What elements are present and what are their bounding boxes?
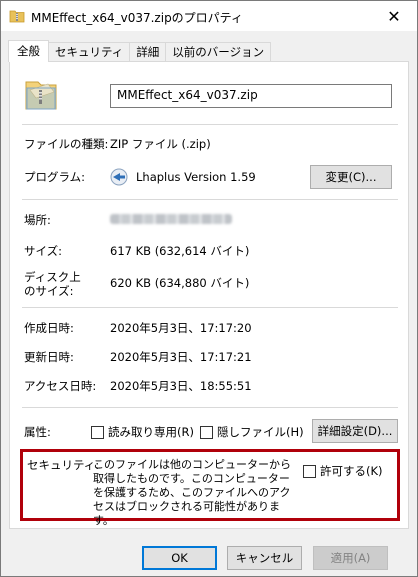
readonly-label[interactable]: 読み取り専用(R) (108, 424, 194, 440)
advanced-settings-button[interactable]: 詳細設定(D)... (312, 419, 398, 443)
apply-button[interactable]: 適用(A) (313, 546, 388, 570)
tab-bar: 全般 セキュリティ 詳細 以前のバージョン (8, 40, 272, 62)
tab-general[interactable]: 全般 (8, 40, 49, 62)
accessed-value: 2020年5月3日、18:55:51 (110, 379, 252, 393)
file-type-label: ファイルの種類: (24, 137, 109, 151)
size-label: サイズ: (24, 244, 63, 258)
zip-folder-icon (9, 8, 25, 24)
zip-folder-icon (24, 76, 58, 112)
tab-security[interactable]: セキュリティ (48, 42, 131, 62)
title-bar: MMEffect_x64_v037.zipのプロパティ ✕ (1, 1, 417, 31)
allow-checkbox[interactable] (303, 465, 316, 478)
created-value: 2020年5月3日、17:17:20 (110, 321, 252, 335)
hidden-checkbox[interactable] (200, 426, 213, 439)
attributes-label: 属性: (24, 425, 51, 439)
program-value: Lhaplus Version 1.59 (136, 170, 256, 184)
lhaplus-app-icon (110, 168, 128, 186)
modified-label: 更新日時: (24, 350, 74, 364)
separator (22, 307, 398, 308)
general-panel: MMEffect_x64_v037.zip ファイルの種類: ZIP ファイル … (9, 61, 409, 529)
disk-size-label-line2: のサイズ: (24, 284, 74, 298)
tab-details[interactable]: 詳細 (129, 42, 167, 62)
separator (22, 199, 398, 200)
location-label: 場所: (24, 213, 51, 227)
program-label: プログラム: (24, 170, 86, 184)
file-name-field[interactable]: MMEffect_x64_v037.zip (110, 84, 392, 108)
change-program-button[interactable]: 変更(C)... (310, 165, 392, 189)
separator (22, 407, 398, 408)
file-type-value: ZIP ファイル (.zip) (110, 137, 211, 151)
size-value: 617 KB (632,614 バイト) (110, 244, 250, 258)
hidden-label[interactable]: 隠しファイル(H) (217, 424, 304, 440)
security-warning-box: セキュリティ: このファイルは他のコンピューターから取得したものです。このコンピ… (20, 449, 400, 527)
security-label: セキュリティ: (27, 458, 100, 472)
close-button[interactable]: ✕ (371, 1, 417, 31)
allow-label[interactable]: 許可する(K) (320, 463, 383, 479)
properties-dialog: MMEffect_x64_v037.zipのプロパティ ✕ 全般 セキュリティ … (0, 0, 418, 577)
accessed-label: アクセス日時: (24, 379, 97, 393)
disk-size-value: 620 KB (634,880 バイト) (110, 276, 250, 290)
location-value-blurred (110, 214, 232, 224)
readonly-checkbox[interactable] (91, 426, 104, 439)
tab-previous-versions[interactable]: 以前のバージョン (165, 42, 272, 62)
security-message: このファイルは他のコンピューターから取得したものです。このコンピューターを保護す… (93, 458, 291, 527)
ok-button[interactable]: OK (142, 546, 217, 570)
separator (22, 124, 398, 125)
window-title: MMEffect_x64_v037.zipのプロパティ (31, 11, 243, 25)
cancel-button[interactable]: キャンセル (227, 546, 302, 570)
modified-value: 2020年5月3日、17:17:21 (110, 350, 252, 364)
created-label: 作成日時: (24, 321, 74, 335)
